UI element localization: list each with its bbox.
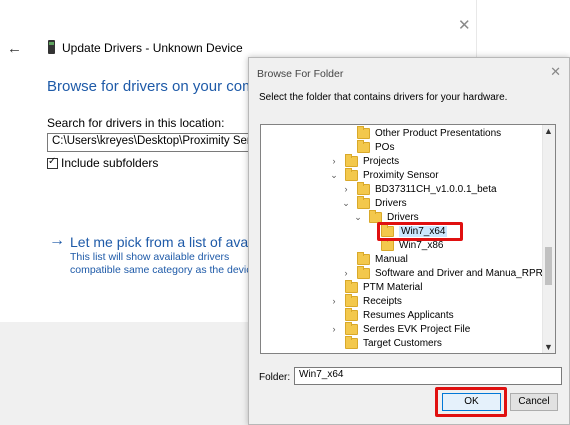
tree-item-label: Projects bbox=[363, 155, 400, 167]
tree-item-label: BD37311CH_v1.0.0.1_beta bbox=[375, 183, 497, 195]
dialog-title: Browse For Folder bbox=[257, 68, 344, 80]
dialog-close-icon[interactable]: ✕ bbox=[550, 64, 561, 80]
tree-item-label: Serdes EVK Project File bbox=[363, 323, 471, 335]
tree-item-projects[interactable]: › Projects bbox=[329, 153, 400, 168]
folder-icon bbox=[345, 307, 358, 321]
tree-item-pos[interactable]: POs bbox=[341, 139, 395, 154]
tree-item-serdes-evk[interactable]: › Serdes EVK Project File bbox=[329, 321, 471, 336]
expand-icon[interactable]: › bbox=[329, 156, 339, 166]
ok-button[interactable]: OK bbox=[442, 393, 501, 411]
folder-icon bbox=[381, 237, 394, 251]
collapse-icon[interactable]: ⌄ bbox=[353, 212, 363, 223]
window-title: Update Drivers - Unknown Device bbox=[62, 41, 243, 55]
tree-item-proximity-sensor[interactable]: ⌄ Proximity Sensor bbox=[329, 167, 439, 182]
device-icon bbox=[48, 40, 55, 54]
tree-item-software-and-driver[interactable]: › Software and Driver and Manua_RPR-0720… bbox=[341, 265, 555, 280]
tree-item-label: Drivers bbox=[375, 197, 407, 209]
cancel-button[interactable]: Cancel bbox=[510, 393, 558, 411]
expand-icon[interactable]: › bbox=[329, 324, 339, 334]
folder-field-label: Folder: bbox=[259, 372, 291, 383]
folder-tree[interactable]: Other Product Presentations POs › Projec… bbox=[260, 124, 556, 354]
folder-icon bbox=[357, 265, 370, 279]
include-subfolders-label: Include subfolders bbox=[61, 156, 159, 170]
tree-item-label: Receipts bbox=[363, 295, 402, 307]
collapse-icon[interactable]: ⌄ bbox=[341, 198, 351, 209]
folder-icon bbox=[369, 209, 382, 223]
scroll-up-icon[interactable]: ▲ bbox=[544, 126, 553, 136]
checkbox-checked-icon[interactable] bbox=[47, 156, 58, 169]
tree-item-manual[interactable]: Manual bbox=[341, 251, 408, 266]
tree-item-label: Drivers bbox=[387, 211, 419, 223]
tree-item-label: POs bbox=[375, 141, 395, 153]
tree-item-label: Resumes Applicants bbox=[363, 309, 454, 321]
arrow-right-icon[interactable]: → bbox=[49, 232, 65, 250]
tree-item-other-product-presentations[interactable]: Other Product Presentations bbox=[341, 125, 502, 140]
folder-icon bbox=[345, 293, 358, 307]
folder-icon bbox=[345, 167, 358, 181]
collapse-icon[interactable]: ⌄ bbox=[329, 170, 339, 181]
expand-icon[interactable]: › bbox=[341, 184, 351, 194]
expand-icon[interactable]: › bbox=[341, 268, 351, 278]
browse-for-folder-dialog: Browse For Folder ✕ Select the folder th… bbox=[248, 57, 570, 425]
tree-item-label: Proximity Sensor bbox=[363, 169, 439, 181]
folder-icon bbox=[357, 195, 370, 209]
tree-item-label: PTM Material bbox=[363, 281, 423, 293]
folder-icon bbox=[357, 181, 370, 195]
back-arrow-icon[interactable]: ← bbox=[7, 40, 22, 57]
scroll-down-icon[interactable]: ▼ bbox=[544, 342, 553, 352]
tree-item-label: Manual bbox=[375, 253, 408, 265]
dialog-instructions: Select the folder that contains drivers … bbox=[259, 92, 508, 103]
selection-highlight-box bbox=[377, 222, 463, 241]
folder-icon bbox=[345, 335, 358, 349]
search-location-label: Search for drivers in this location: bbox=[47, 116, 225, 130]
close-icon[interactable]: ✕ bbox=[458, 16, 471, 34]
tree-item-bd37311ch[interactable]: › BD37311CH_v1.0.0.1_beta bbox=[341, 181, 497, 196]
tree-item-label: Other Product Presentations bbox=[375, 127, 502, 139]
tree-item-receipts[interactable]: › Receipts bbox=[329, 293, 402, 308]
scroll-thumb[interactable] bbox=[545, 247, 552, 285]
tree-item-resumes-applicants[interactable]: Resumes Applicants bbox=[329, 307, 454, 322]
folder-icon bbox=[357, 251, 370, 265]
include-subfolders-checkbox[interactable]: Include subfolders bbox=[47, 156, 158, 170]
tree-scrollbar[interactable]: ▲ ▼ bbox=[542, 125, 555, 353]
folder-icon bbox=[345, 279, 358, 293]
folder-field-input[interactable]: Win7_x64 bbox=[294, 367, 562, 385]
tree-item-ptm-material[interactable]: PTM Material bbox=[329, 279, 423, 294]
folder-icon bbox=[345, 321, 358, 335]
tree-item-drivers[interactable]: ⌄ Drivers bbox=[341, 195, 407, 210]
tree-item-target-customers[interactable]: Target Customers bbox=[329, 335, 442, 350]
folder-icon bbox=[357, 125, 370, 139]
tree-item-label: Software and Driver and Manua_RPR-0720RS bbox=[375, 267, 555, 279]
tree-item-label: Win7_x86 bbox=[399, 239, 444, 251]
expand-icon[interactable]: › bbox=[329, 296, 339, 306]
folder-icon bbox=[357, 139, 370, 153]
folder-icon bbox=[345, 153, 358, 167]
tree-item-label: Target Customers bbox=[363, 337, 442, 349]
pick-from-list-description: This list will show available drivers co… bbox=[70, 251, 261, 276]
